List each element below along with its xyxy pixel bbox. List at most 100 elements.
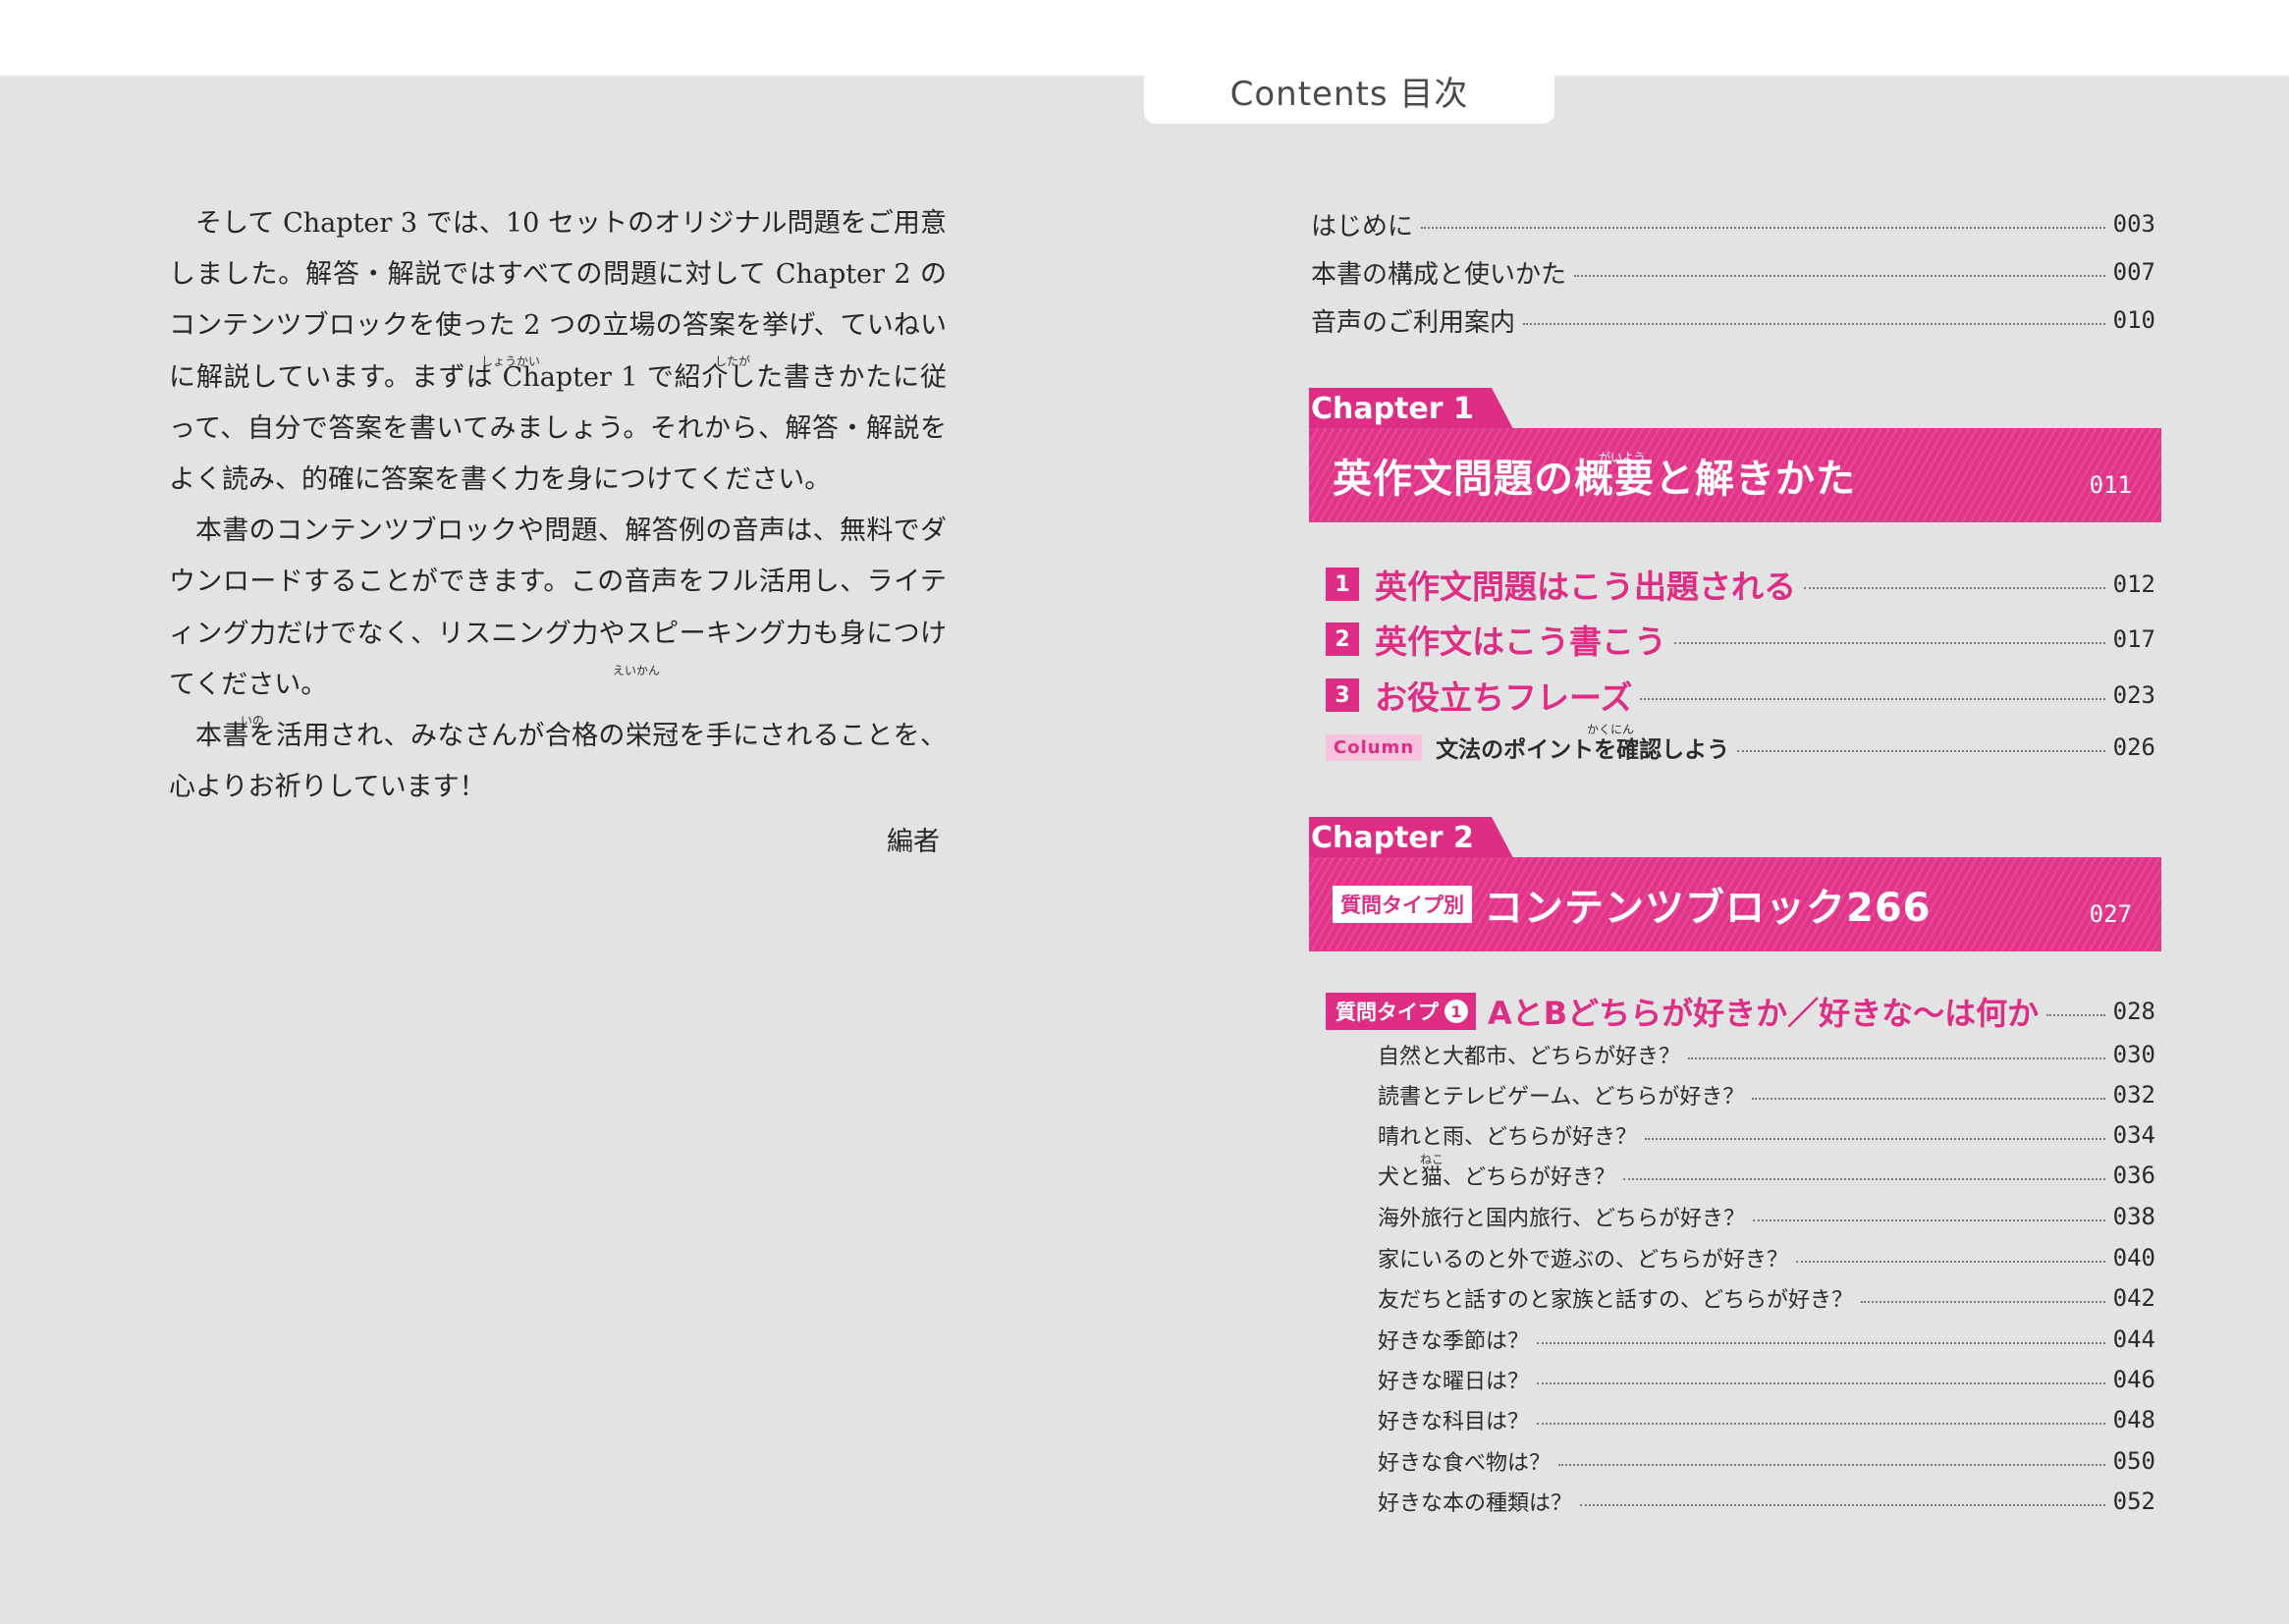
toc-page: 026 xyxy=(2112,733,2155,761)
toc-page: 007 xyxy=(2112,258,2155,286)
chapter2-page: 027 xyxy=(2089,900,2132,928)
chapter1-header[interactable]: 英作文問題の概要と解きかた 011 xyxy=(1309,428,2161,522)
toc-page: 017 xyxy=(2112,625,2155,653)
toc-label: 友だちと話すのと家族と話すの、どちらが好き？ xyxy=(1378,1288,1854,1313)
leader-dots xyxy=(1580,1504,2105,1506)
leader-dots xyxy=(1558,1464,2105,1466)
toc-question-type-1[interactable]: 質問タイプ 1 AとBどちらが好きか／好きな〜は何か 028 xyxy=(1326,989,2155,1034)
toc-label: 読書とテレビゲーム、どちらが好き？ xyxy=(1378,1085,1745,1110)
toc-label: 好きな季節は？ xyxy=(1378,1329,1530,1354)
toc-sub-entry[interactable]: 海外旅行と国内旅行、どちらが好き？ 038 xyxy=(1378,1199,2155,1234)
ruby-eikan: えいかん xyxy=(613,664,661,677)
toc-page: 052 xyxy=(2112,1488,2155,1515)
toc-page: 048 xyxy=(2112,1406,2155,1434)
toc-page: 040 xyxy=(2112,1244,2155,1272)
leader-dots xyxy=(1752,1098,2105,1100)
toc-page: 023 xyxy=(2112,681,2155,709)
toc-sub-entry[interactable]: 好きな科目は？ 048 xyxy=(1378,1402,2155,1437)
toc-label: AとBどちらが好きか／好きな〜は何か xyxy=(1488,995,2040,1032)
toc-page: 010 xyxy=(2112,306,2155,334)
toc-page: 028 xyxy=(2112,998,2155,1025)
toc-section-3[interactable]: 3 お役立ちフレーズ 023 xyxy=(1326,673,2155,718)
toc-label: 好きな食べ物は？ xyxy=(1378,1451,1552,1476)
preface-paragraph-1: そして Chapter 3 では、10 セットのオリジナル問題をご用意しました。… xyxy=(169,208,947,496)
toc-page: 003 xyxy=(2112,210,2155,238)
toc-page: 042 xyxy=(2112,1284,2155,1312)
question-type-badge: 質問タイプ 1 xyxy=(1326,993,1476,1030)
toc-label: 好きな科目は？ xyxy=(1378,1410,1530,1435)
toc-page: 038 xyxy=(2112,1203,2155,1230)
toc-page: 036 xyxy=(2112,1162,2155,1189)
toc-page: 046 xyxy=(2112,1366,2155,1393)
preface-paragraph-3: 本書を活用され、みなさんが合格の栄冠を手にされることを、心よりお祈りしています！ xyxy=(169,721,947,803)
toc-section-2[interactable]: 2 英作文はこう書こう 017 xyxy=(1326,617,2155,662)
leader-dots xyxy=(1645,1138,2105,1140)
toc-label: 家にいるのと外で遊ぶの、どちらが好き？ xyxy=(1378,1248,1789,1272)
leader-dots xyxy=(1537,1382,2105,1384)
ruby-ino: いの xyxy=(241,714,265,728)
leader-dots xyxy=(1796,1261,2105,1263)
leader-dots xyxy=(1804,587,2105,589)
toc-sub-entry[interactable]: 好きな食べ物は？ 050 xyxy=(1378,1443,2155,1479)
toc-sub-entry[interactable]: 犬と猫、どちらが好き？ 036 xyxy=(1378,1158,2155,1193)
toc-label: 英作文はこう書こう xyxy=(1375,623,1666,661)
leader-dots xyxy=(1737,750,2105,752)
question-type-number: 1 xyxy=(1444,1000,1468,1023)
toc-label: お役立ちフレーズ xyxy=(1375,678,1633,717)
column-badge: Column xyxy=(1326,733,1423,761)
leader-dots xyxy=(1574,275,2105,277)
ruby-gaiyou: がいよう xyxy=(1599,451,1646,464)
toc-label: 好きな曜日は？ xyxy=(1378,1370,1530,1394)
section-number: 3 xyxy=(1326,678,1359,712)
section-number: 2 xyxy=(1326,623,1359,656)
toc-page: 044 xyxy=(2112,1326,2155,1353)
toc-entry-hajimeni[interactable]: はじめに 003 xyxy=(1311,204,2155,244)
chapter2-header[interactable]: 質問タイプ別 コンテンツブロック266 027 xyxy=(1309,857,2161,951)
toc-page: 050 xyxy=(2112,1447,2155,1475)
leader-dots xyxy=(1861,1301,2105,1303)
leader-dots xyxy=(1421,227,2105,229)
toc-sub-entry[interactable]: 家にいるのと外で遊ぶの、どちらが好き？ 040 xyxy=(1378,1240,2155,1275)
ruby-shitaga: したが xyxy=(715,354,751,368)
toc-sub-entry[interactable]: 友だちと話すのと家族と話すの、どちらが好き？ 042 xyxy=(1378,1280,2155,1316)
chapter1-title: 英作文問題の概要と解きかた xyxy=(1333,457,1856,502)
contents-title: Contents 目次 xyxy=(1229,74,1469,114)
toc-sub-entry[interactable]: 好きな曜日は？ 046 xyxy=(1378,1362,2155,1397)
leader-dots xyxy=(1537,1423,2105,1425)
toc-label: 犬と猫、どちらが好き？ xyxy=(1378,1165,1616,1190)
toc-label: 文法のポイントを確認しよう xyxy=(1436,737,1730,763)
toc-sub-entry[interactable]: 好きな季節は？ 044 xyxy=(1378,1322,2155,1357)
toc-label: 海外旅行と国内旅行、どちらが好き？ xyxy=(1378,1207,1746,1231)
leader-dots xyxy=(1640,698,2105,700)
toc-page: 012 xyxy=(2112,570,2155,598)
toc-label: 好きな本の種類は？ xyxy=(1378,1491,1573,1516)
toc-label: 本書の構成と使いかた xyxy=(1311,259,1567,290)
toc-sub-entry[interactable]: 好きな本の種類は？ 052 xyxy=(1378,1484,2155,1519)
preface-text: そして Chapter 3 では、10 セットのオリジナル問題をご用意しました。… xyxy=(169,198,947,813)
leader-dots xyxy=(1688,1057,2105,1059)
chapter1-tab[interactable]: Chapter 1 xyxy=(1309,388,1513,429)
toc-entry-structure[interactable]: 本書の構成と使いかた 007 xyxy=(1311,252,2155,292)
chapter2-tab[interactable]: Chapter 2 xyxy=(1309,817,1513,858)
toc-page: 030 xyxy=(2112,1041,2155,1068)
signature: 編者 xyxy=(887,827,940,857)
ruby-neko: ねこ xyxy=(1420,1153,1444,1166)
toc-section-1[interactable]: 1 英作文問題はこう出題される 012 xyxy=(1326,562,2155,607)
toc-sub-entry[interactable]: 読書とテレビゲーム、どちらが好き？ 032 xyxy=(1378,1077,2155,1112)
toc-column[interactable]: Column 文法のポイントを確認しよう 026 xyxy=(1326,728,2155,767)
leader-dots xyxy=(1537,1342,2105,1344)
question-type-label: 質問タイプ xyxy=(1335,1001,1439,1024)
toc-label: 英作文問題はこう出題される xyxy=(1375,568,1796,606)
toc-label: 音声のご利用案内 xyxy=(1311,307,1516,338)
toc-sub-entry[interactable]: 自然と大都市、どちらが好き？ 030 xyxy=(1378,1037,2155,1072)
leader-dots xyxy=(1674,642,2105,644)
chapter1-page: 011 xyxy=(2089,471,2132,499)
toc-entry-audio[interactable]: 音声のご利用案内 010 xyxy=(1311,300,2155,340)
toc-page: 032 xyxy=(2112,1081,2155,1109)
ruby-shoukai: しょうかい xyxy=(481,354,541,368)
leader-dots xyxy=(1523,323,2105,325)
leader-dots xyxy=(1623,1178,2105,1180)
toc-sub-entry[interactable]: 晴れと雨、どちらが好き？ 034 xyxy=(1378,1117,2155,1153)
toc-page: 034 xyxy=(2112,1121,2155,1149)
chapter2-badge: 質問タイプ別 xyxy=(1333,886,1472,923)
